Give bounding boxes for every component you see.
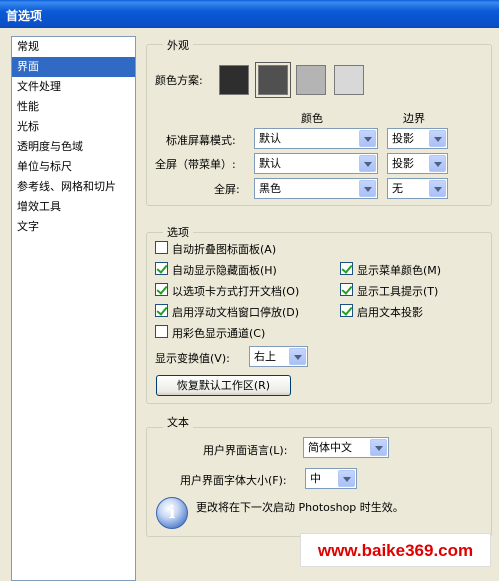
fullscreen-menu-border-value: 投影 [392,157,414,170]
category-item-units-rulers[interactable]: 单位与标尺 [12,157,135,177]
reset-workspace-button[interactable]: 恢复默认工作区(R) [156,375,291,396]
transform-values-select[interactable]: 右上 [249,346,308,367]
color-scheme-swatch-lightest[interactable] [334,65,364,95]
auto-collapse-icon-panels-checkbox[interactable] [155,241,168,254]
category-item-plugins[interactable]: 增效工具 [12,197,135,217]
standard-screen-label: 标准屏幕模式: [166,134,236,147]
standard-screen-color-value: 默认 [259,132,281,145]
window-title: 首选项 [0,0,499,28]
open-docs-as-tabs-checkbox[interactable] [155,283,168,296]
auto-show-hidden-panels-checkbox[interactable] [155,262,168,275]
ui-language-select[interactable]: 简体中文 [303,437,389,458]
color-channels-label[interactable]: 用彩色显示通道(C) [172,325,265,341]
category-item-cursors[interactable]: 光标 [12,117,135,137]
fullscreen-menu-label: 全屏（带菜单）: [155,158,236,171]
fullscreen-border-value: 无 [392,182,403,195]
text-drop-shadow-checkbox[interactable] [340,304,353,317]
fullscreen-menu-color-select[interactable]: 默认 [254,153,378,174]
ui-font-size-label: 用户界面字体大小(F): [180,474,287,487]
restart-notice-text: 更改将在下一次启动 Photoshop 时生效。 [196,501,404,514]
transform-values-label: 显示变换值(V): [155,352,230,365]
auto-collapse-icon-panels-label[interactable]: 自动折叠图标面板(A) [172,241,276,257]
open-docs-as-tabs-label[interactable]: 以选项卡方式打开文档(O) [172,283,299,299]
chevron-down-icon[interactable] [370,439,387,456]
category-item-file-handling[interactable]: 文件处理 [12,77,135,97]
standard-screen-border-value: 投影 [392,132,414,145]
chevron-down-icon[interactable] [359,130,376,147]
chevron-down-icon[interactable] [429,155,446,172]
ui-language-value: 简体中文 [308,441,352,454]
show-menu-colors-label[interactable]: 显示菜单颜色(M) [357,262,441,278]
site-watermark: www.baike369.com [300,533,491,567]
fullscreen-menu-border-select[interactable]: 投影 [387,153,448,174]
chevron-down-icon[interactable] [359,155,376,172]
color-channels-checkbox[interactable] [155,325,168,338]
show-tooltips-checkbox[interactable] [340,283,353,296]
show-menu-colors-checkbox[interactable] [340,262,353,275]
standard-screen-color-select[interactable]: 默认 [254,128,378,149]
ui-font-size-select[interactable]: 中 [305,468,357,489]
floating-window-docking-checkbox[interactable] [155,304,168,317]
ui-font-size-value: 中 [310,472,321,485]
color-column-header: 颜色 [301,112,323,125]
ui-language-label: 用户界面语言(L): [203,444,288,457]
chevron-down-icon[interactable] [429,130,446,147]
fullscreen-color-value: 黑色 [259,182,281,195]
category-item-interface[interactable]: 界面 [12,57,135,77]
chevron-down-icon[interactable] [338,470,355,487]
info-icon: i [156,497,188,529]
border-column-header: 边界 [403,112,425,125]
floating-window-docking-label[interactable]: 启用浮动文档窗口停放(D) [172,304,299,320]
color-scheme-swatch-light[interactable] [296,65,326,95]
show-tooltips-label[interactable]: 显示工具提示(T) [357,283,438,299]
fullscreen-menu-color-value: 默认 [259,157,281,170]
color-scheme-swatch-darkest[interactable] [219,65,249,95]
standard-screen-border-select[interactable]: 投影 [387,128,448,149]
chevron-down-icon[interactable] [359,180,376,197]
category-item-guides-grid[interactable]: 参考线、网格和切片 [12,177,135,197]
fullscreen-label: 全屏: [214,183,240,196]
text-drop-shadow-label[interactable]: 启用文本投影 [357,304,423,320]
fullscreen-border-select[interactable]: 无 [387,178,448,199]
chevron-down-icon[interactable] [289,348,306,365]
category-item-transparency[interactable]: 透明度与色域 [12,137,135,157]
transform-values-value: 右上 [254,350,276,363]
auto-show-hidden-panels-label[interactable]: 自动显示隐藏面板(H) [172,262,277,278]
color-scheme-swatch-dark[interactable] [255,62,291,98]
category-list[interactable]: 常规 界面 文件处理 性能 光标 透明度与色域 单位与标尺 参考线、网格和切片 … [11,36,136,581]
fullscreen-color-select[interactable]: 黑色 [254,178,378,199]
category-item-general[interactable]: 常规 [12,37,135,57]
color-scheme-label: 颜色方案: [155,74,203,87]
category-item-type[interactable]: 文字 [12,217,135,237]
appearance-legend: 外观 [163,37,193,53]
category-item-performance[interactable]: 性能 [12,97,135,117]
chevron-down-icon[interactable] [429,180,446,197]
text-legend: 文本 [163,414,193,430]
options-legend: 选项 [163,224,193,240]
